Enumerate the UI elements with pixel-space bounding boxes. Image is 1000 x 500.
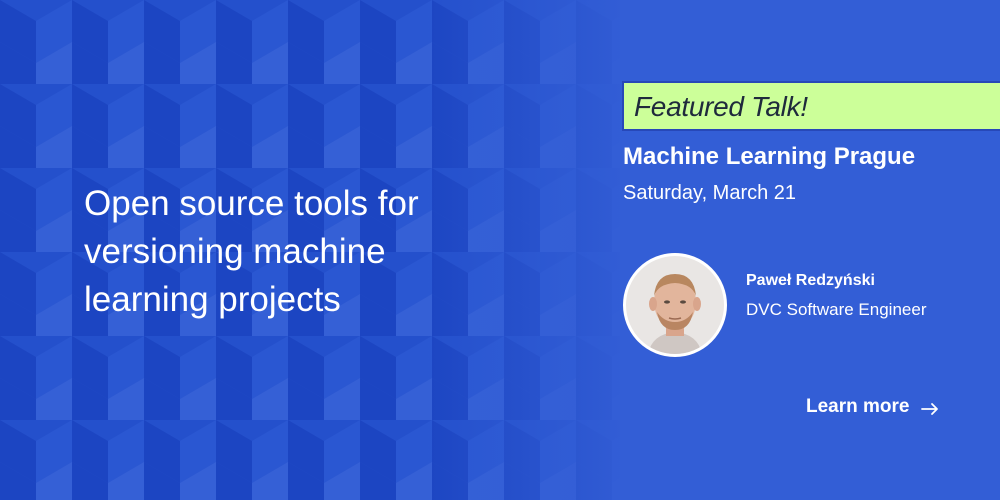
speaker-role: DVC Software Engineer bbox=[746, 300, 927, 319]
talk-title: Open source tools for versioning machine… bbox=[84, 184, 419, 319]
learn-more-label: Learn more bbox=[806, 396, 910, 417]
arrow-right-icon bbox=[921, 400, 939, 415]
event-date: Saturday, March 21 bbox=[623, 182, 797, 204]
featured-talk-banner: Open source tools for versioning machine… bbox=[0, 0, 1000, 500]
featured-badge-label: Featured Talk! bbox=[634, 91, 808, 122]
speaker-avatar bbox=[623, 253, 727, 357]
featured-badge: Featured Talk! bbox=[622, 81, 1000, 131]
learn-more-link[interactable]: Learn more bbox=[806, 396, 939, 418]
event-name: Machine Learning Prague bbox=[623, 143, 916, 170]
speaker-name: Paweł Redzyński bbox=[746, 272, 875, 289]
